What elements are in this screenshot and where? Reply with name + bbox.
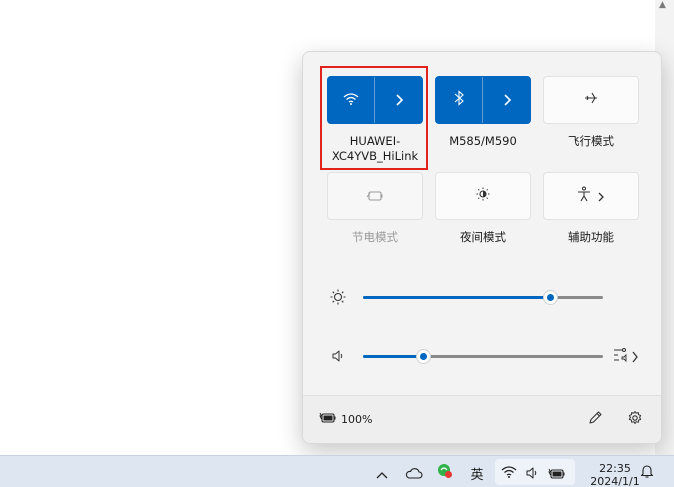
volume-slider-row xyxy=(327,346,647,366)
accessibility-tile[interactable] xyxy=(543,172,639,220)
airplane-mode-tile[interactable] xyxy=(543,76,639,124)
scroll-up-arrow-icon[interactable]: ▲ xyxy=(659,0,666,10)
quick-settings-panel: HUAWEI- XC4YVB_HiLink M585/M590 飞行模式 节电模… xyxy=(302,51,662,444)
clock-date: 2024/1/1 xyxy=(590,475,640,487)
battery-status-button[interactable]: 100% xyxy=(319,412,372,427)
volume-slider[interactable] xyxy=(363,349,603,364)
bluetooth-icon xyxy=(453,90,465,110)
volume-slider-thumb[interactable] xyxy=(415,349,431,364)
brightness-slider[interactable] xyxy=(363,290,603,305)
chevron-right-icon xyxy=(631,348,639,367)
chevron-right-icon xyxy=(597,187,605,206)
wifi-label-line2: XC4YVB_HiLink xyxy=(331,149,419,163)
night-light-icon xyxy=(475,186,491,206)
edit-quick-settings-button[interactable] xyxy=(585,410,605,430)
app-tray-button[interactable] xyxy=(434,462,456,484)
brightness-slider-fill xyxy=(363,296,551,299)
battery-charging-icon xyxy=(548,465,566,484)
taskbar: 英 22:35 2024/1/1 xyxy=(0,455,674,487)
airplane-icon xyxy=(583,90,599,110)
wifi-toggle-button[interactable] xyxy=(328,77,376,123)
speaker-icon xyxy=(525,465,539,484)
onedrive-cloud-icon xyxy=(405,464,423,483)
bluetooth-more-button[interactable] xyxy=(483,77,530,123)
battery-percent: 100% xyxy=(341,413,373,426)
battery-saver-tile[interactable] xyxy=(327,172,423,220)
wifi-icon xyxy=(343,91,359,110)
bluetooth-tile[interactable] xyxy=(435,76,531,124)
airplane-mode-label: 飞行模式 xyxy=(568,134,614,148)
clock-time: 22:35 xyxy=(599,462,631,475)
wifi-icon xyxy=(501,464,517,483)
night-light-tile[interactable] xyxy=(435,172,531,220)
wifi-tile-label: HUAWEI- XC4YVB_HiLink xyxy=(315,134,435,164)
onedrive-tray-button[interactable] xyxy=(403,462,425,484)
notification-center-button[interactable] xyxy=(638,462,656,484)
settings-button[interactable] xyxy=(625,410,645,430)
night-light-label: 夜间模式 xyxy=(460,230,506,244)
chevron-up-icon xyxy=(376,464,388,483)
accessibility-label: 辅助功能 xyxy=(568,230,614,244)
show-hidden-icons-button[interactable] xyxy=(374,462,390,484)
wifi-more-button[interactable] xyxy=(375,77,422,123)
bell-icon xyxy=(640,463,654,483)
speaker-icon[interactable] xyxy=(331,348,345,367)
bluetooth-toggle-button[interactable] xyxy=(436,77,484,123)
accessibility-icon xyxy=(577,186,591,206)
audio-mixer-button[interactable] xyxy=(613,347,639,367)
app-tray-icon xyxy=(436,462,454,484)
battery-saver-icon xyxy=(366,187,384,206)
brightness-slider-row xyxy=(327,287,647,307)
quick-settings-footer: 100% xyxy=(303,395,661,443)
sun-icon xyxy=(329,288,347,310)
taskbar-clock[interactable]: 22:35 2024/1/1 xyxy=(590,462,640,487)
wifi-label-line1: HUAWEI- xyxy=(349,134,401,148)
battery-charging-icon xyxy=(319,412,337,427)
ime-language-button[interactable]: 英 xyxy=(466,462,488,484)
battery-saver-label: 节电模式 xyxy=(352,230,398,244)
wifi-tile[interactable] xyxy=(327,76,423,124)
volume-slider-fill xyxy=(363,355,423,358)
network-sound-battery-button[interactable] xyxy=(495,459,575,485)
chevron-right-icon xyxy=(394,91,404,110)
chevron-right-icon xyxy=(502,91,512,110)
brightness-slider-thumb[interactable] xyxy=(542,290,558,305)
gear-icon xyxy=(627,410,643,430)
pencil-icon xyxy=(587,410,603,430)
bluetooth-tile-label: M585/M590 xyxy=(449,134,517,148)
audio-mixer-icon xyxy=(613,347,631,367)
